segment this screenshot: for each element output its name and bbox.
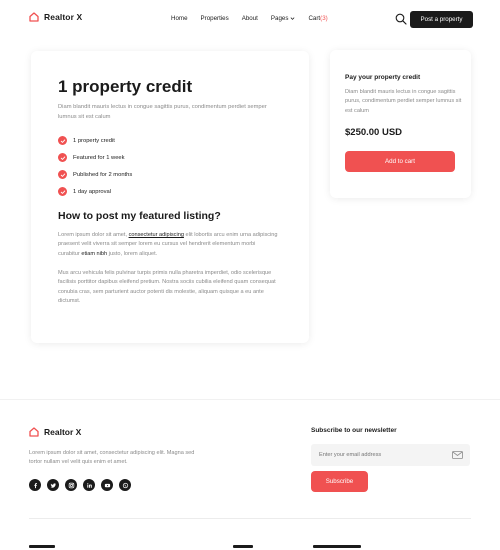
product-detail-card: 1 property credit Diam blandit mauris le… (31, 51, 309, 343)
footer-logo-text: Realtor X (44, 427, 82, 437)
logo[interactable]: Realtor X (29, 12, 82, 22)
body-paragraph: Lorem ipsum dolor sit amet, consectetur … (58, 231, 278, 259)
footer-columns-cutoff (0, 545, 500, 550)
site-header: Realtor X Home Properties About Pages Ca… (0, 0, 500, 38)
inline-link[interactable]: consectetur adipiscing (129, 232, 184, 238)
youtube-icon[interactable] (101, 479, 113, 491)
footer-logo[interactable]: Realtor X (29, 427, 81, 437)
emphasis-text: etiam nibh (81, 250, 108, 257)
section-heading: How to post my featured listing? (58, 210, 221, 222)
chevron-down-icon (291, 17, 295, 20)
nav-pages[interactable]: Pages (271, 15, 296, 22)
facebook-icon[interactable] (29, 479, 41, 491)
check-icon (58, 136, 67, 145)
feature-item: Featured for 1 week (58, 149, 132, 166)
footer-column-heading (29, 545, 55, 548)
purchase-description: Diam blandit mauris lectus in congue sag… (345, 89, 462, 114)
para-text: Lorem ipsum dolor sit amet, (58, 232, 129, 238)
mail-icon (452, 451, 463, 459)
main-nav: Home Properties About Pages Cart(3) (171, 15, 328, 22)
cart-count-badge: (3) (320, 15, 328, 22)
instagram-icon[interactable] (65, 479, 77, 491)
purchase-title: Pay your property credit (345, 74, 421, 81)
check-icon (58, 153, 67, 162)
linkedin-icon[interactable] (83, 479, 95, 491)
purchase-card: Pay your property credit Diam blandit ma… (330, 50, 471, 198)
feature-label: 1 property credit (73, 137, 115, 144)
email-field-wrapper (311, 444, 470, 466)
newsletter-title: Subscribe to our newsletter (311, 427, 397, 434)
house-logo-icon (29, 427, 39, 437)
check-icon (58, 187, 67, 196)
social-links (29, 479, 131, 491)
para-text: justo, lorem aliquet. (107, 250, 158, 257)
feature-item: Published for 2 months (58, 166, 132, 183)
body-paragraph: Mus arcu vehicula felis pulvinar turpis … (58, 270, 276, 304)
page-title: 1 property credit (58, 77, 193, 96)
feature-label: 1 day approval (73, 188, 112, 195)
feature-label: Featured for 1 week (73, 154, 125, 161)
nav-home[interactable]: Home (171, 15, 188, 22)
footer-description: Lorem ipsum dolor sit amet, consectetur … (29, 450, 195, 466)
search-icon[interactable] (395, 13, 407, 25)
house-logo-icon (29, 12, 39, 22)
footer-divider (29, 518, 471, 519)
cart-label: Cart (308, 15, 321, 22)
price: $250.00 USD (345, 127, 403, 138)
feature-item: 1 property credit (58, 132, 132, 149)
footer-divider (0, 399, 500, 400)
footer-column-heading (233, 545, 253, 548)
nav-about[interactable]: About (242, 15, 258, 22)
email-field[interactable] (319, 452, 439, 458)
subscribe-button[interactable]: Subscribe (311, 471, 368, 492)
feature-list: 1 property credit Featured for 1 week Pu… (58, 132, 132, 200)
check-icon (58, 170, 67, 179)
feature-label: Published for 2 months (73, 171, 133, 178)
product-description: Diam blandit mauris lectus in congue sag… (58, 104, 267, 120)
twitter-icon[interactable] (47, 479, 59, 491)
post-property-button[interactable]: Post a property (410, 11, 473, 28)
footer-column-heading (313, 545, 361, 548)
whatsapp-icon[interactable] (119, 479, 131, 491)
add-to-cart-button[interactable]: Add to cart (345, 151, 455, 172)
logo-text: Realtor X (44, 12, 83, 22)
nav-cart[interactable]: Cart(3) (308, 15, 327, 22)
feature-item: 1 day approval (58, 183, 132, 200)
nav-pages-label: Pages (270, 15, 289, 22)
nav-properties[interactable]: Properties (201, 15, 229, 22)
